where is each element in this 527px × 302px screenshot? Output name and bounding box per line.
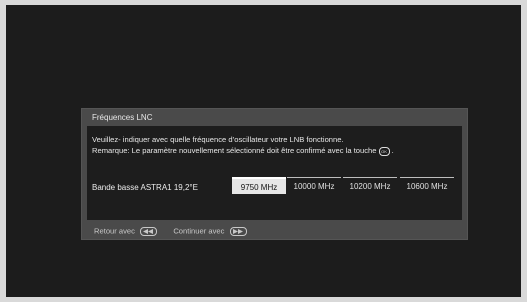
back-label: Retour avec (94, 226, 135, 236)
ok-key-icon: OK (378, 146, 390, 156)
option-10600[interactable]: 10600 MHz (400, 177, 454, 194)
option-9750[interactable]: 9750 MHz (232, 177, 286, 194)
lnb-frequency-dialog: Fréquences LNC Veuillez- indiquer avec q… (82, 109, 467, 239)
instruction-text: Veuillez- indiquer avec quelle fréquence… (92, 135, 394, 156)
rewind-icon[interactable] (140, 226, 158, 236)
instruction-line-2: Remarque: Le paramètre nouvellement séle… (92, 146, 377, 155)
dialog-footer: Retour avec Continuer avec (94, 226, 247, 236)
option-10000[interactable]: 10000 MHz (287, 177, 341, 194)
tv-screen: Fréquences LNC Veuillez- indiquer avec q… (6, 5, 521, 297)
band-label: Bande basse ASTRA1 19,2°E (92, 183, 198, 192)
fast-forward-icon[interactable] (229, 226, 247, 236)
continue-label: Continuer avec (173, 226, 225, 236)
option-10200[interactable]: 10200 MHz (343, 177, 397, 194)
dialog-title: Fréquences LNC (92, 113, 153, 122)
dialog-panel: Veuillez- indiquer avec quelle fréquence… (87, 126, 462, 220)
instruction-line-1: Veuillez- indiquer avec quelle fréquence… (92, 135, 344, 144)
